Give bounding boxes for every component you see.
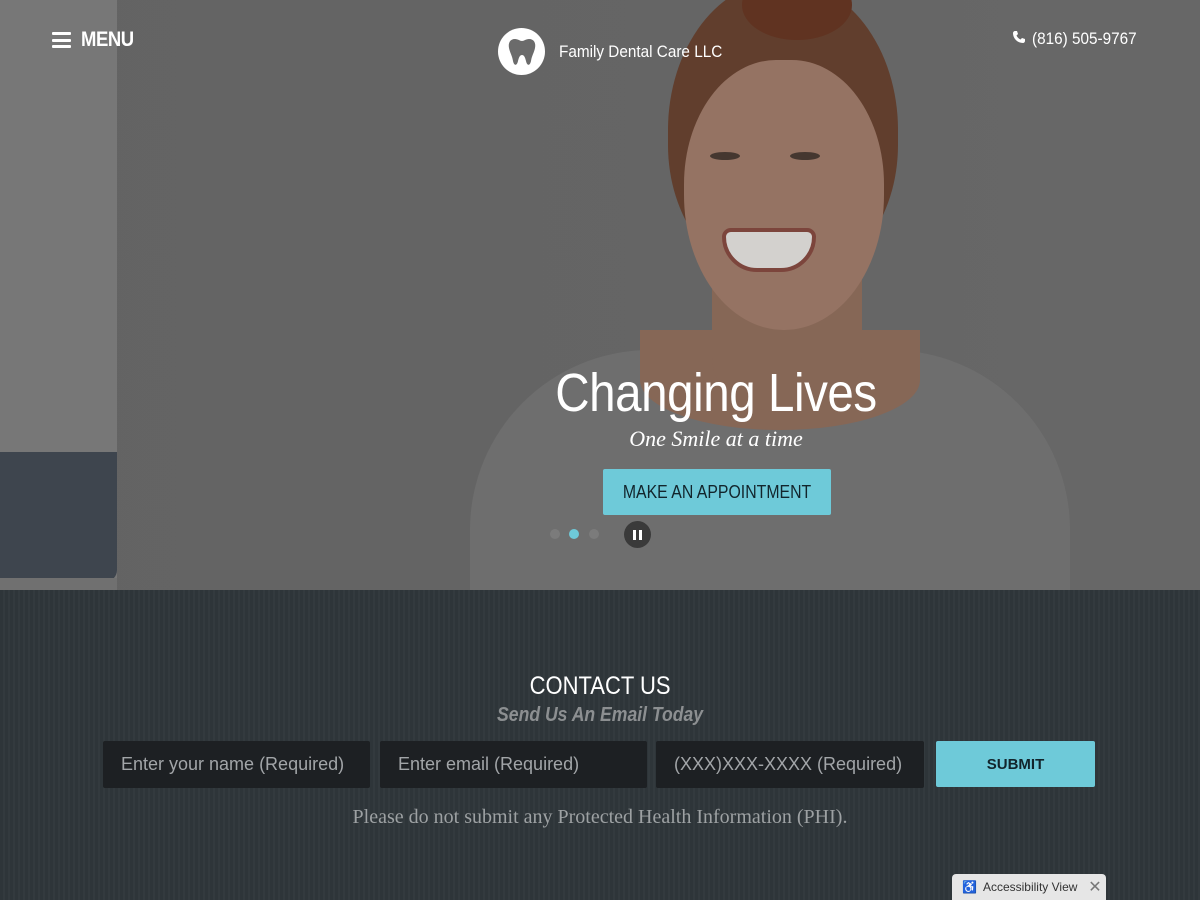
slider-pause-button[interactable]: [624, 521, 651, 548]
hamburger-icon: [52, 32, 71, 48]
accessibility-view-button[interactable]: ♿ Accessibility View: [952, 880, 1084, 894]
wheelchair-icon: ♿: [962, 880, 977, 894]
phone-number: (816) 505-9767: [1031, 29, 1137, 48]
hero-slider: MENU Family Dental Care LLC (816) 505-97…: [0, 0, 1200, 590]
contact-subtitle: Send Us An Email Today: [0, 704, 1200, 727]
accessibility-toolbar: ♿ Accessibility View ✕: [952, 874, 1106, 900]
phi-notice: Please do not submit any Protected Healt…: [352, 806, 848, 828]
brand-name: Family Dental Care LLC: [559, 41, 723, 61]
email-input[interactable]: [380, 741, 647, 788]
contact-title: CONTACT US: [0, 672, 1200, 701]
name-input[interactable]: [103, 741, 370, 788]
hero-overlay: [0, 0, 1200, 590]
phone-link[interactable]: (816) 505-9767: [1012, 29, 1148, 49]
contact-title-text: CONTACT US: [529, 672, 671, 700]
menu-label: MENU: [81, 28, 134, 51]
tooth-icon: [498, 28, 545, 75]
close-icon[interactable]: ✕: [1084, 877, 1106, 897]
slider-dot-1[interactable]: [550, 529, 560, 539]
accessibility-view-label: Accessibility View: [982, 880, 1078, 894]
make-appointment-label: MAKE AN APPOINTMENT: [622, 481, 812, 502]
submit-button[interactable]: SUBMIT: [936, 741, 1095, 787]
pause-icon-bar: [639, 529, 642, 540]
hero-subtitle: One Smile at a time: [629, 426, 803, 451]
phone-input[interactable]: [656, 741, 924, 788]
pause-icon: [633, 529, 636, 540]
phone-icon: [1012, 29, 1026, 49]
hero-title: Changing Lives: [555, 363, 877, 423]
menu-button[interactable]: MENU: [52, 28, 141, 52]
slider-dot-2[interactable]: [569, 529, 579, 539]
make-appointment-button[interactable]: MAKE AN APPOINTMENT: [603, 469, 831, 515]
contact-subtitle-text: Send Us An Email Today: [496, 704, 704, 726]
brand-logo[interactable]: Family Dental Care LLC: [498, 28, 740, 75]
slider-dot-3[interactable]: [589, 529, 599, 539]
contact-section: CONTACT US Send Us An Email Today SUBMIT…: [0, 590, 1200, 900]
